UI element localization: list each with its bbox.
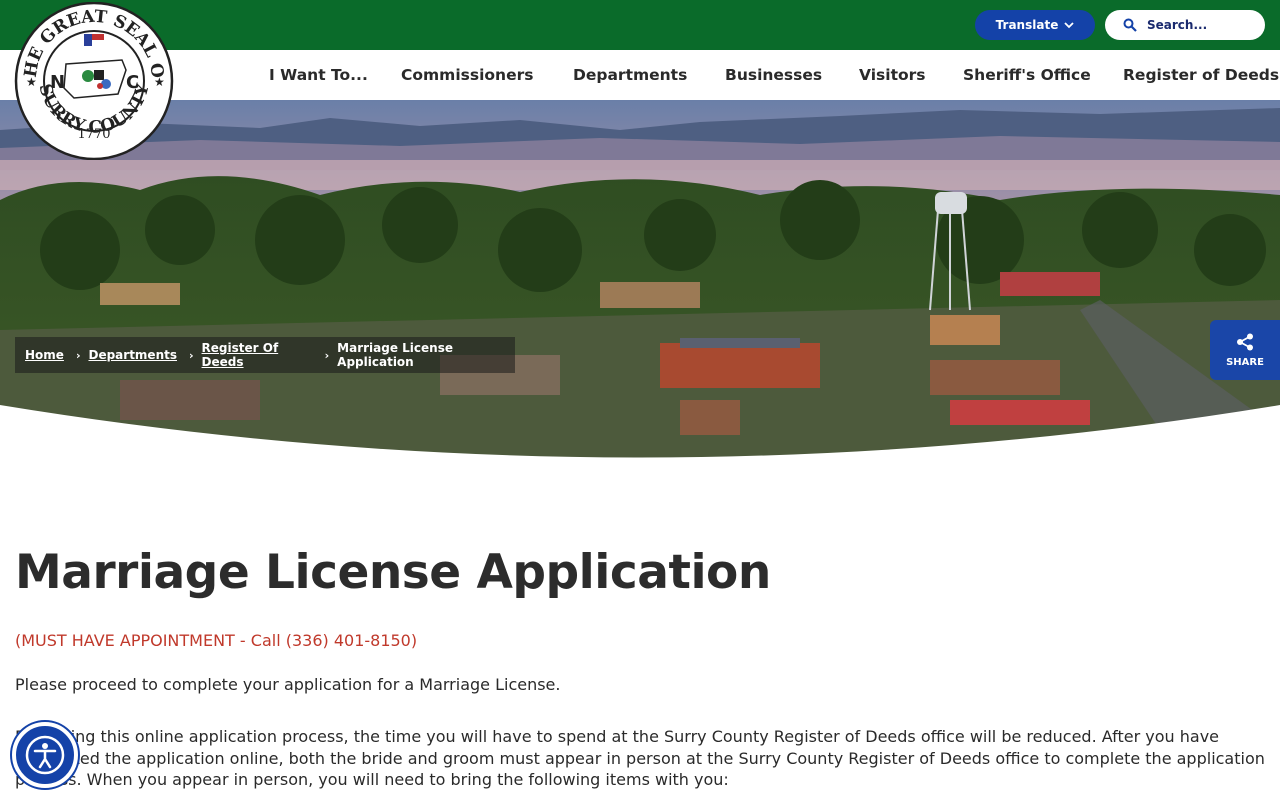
- accessibility-button[interactable]: [12, 722, 78, 788]
- breadcrumb-home-link[interactable]: Home: [25, 348, 64, 362]
- main-navigation: I Want To... Commissioners Departments B…: [0, 50, 1280, 100]
- nav-item-i-want-to[interactable]: I Want To...: [269, 50, 368, 100]
- page-title: Marriage License Application: [15, 545, 771, 600]
- chevron-down-icon: [1064, 22, 1074, 29]
- search-box[interactable]: [1105, 10, 1265, 40]
- seal-letter-c: C: [126, 72, 139, 93]
- svg-text:★: ★: [26, 75, 37, 89]
- breadcrumb-register-of-deeds-link[interactable]: Register Of Deeds: [202, 341, 313, 369]
- seal-letter-n: N: [50, 72, 65, 93]
- county-seal-logo[interactable]: THE GREAT SEAL OF SURRY COUNTY ★ ★ N C 1…: [8, 0, 174, 161]
- appointment-notice: (MUST HAVE APPOINTMENT - Call (336) 401-…: [15, 631, 418, 650]
- translate-button[interactable]: Translate: [975, 10, 1095, 40]
- share-button[interactable]: SHARE: [1210, 320, 1280, 380]
- nav-item-commissioners[interactable]: Commissioners: [401, 50, 533, 100]
- search-input[interactable]: [1147, 18, 1257, 32]
- breadcrumb-current-page: Marriage License Application: [337, 341, 453, 369]
- nav-item-businesses[interactable]: Businesses: [725, 50, 822, 100]
- breadcrumb-departments-link[interactable]: Departments: [88, 348, 177, 362]
- share-icon: [1237, 333, 1253, 350]
- nav-item-visitors[interactable]: Visitors: [859, 50, 926, 100]
- nav-item-register-of-deeds[interactable]: Register of Deeds: [1123, 50, 1279, 100]
- search-icon[interactable]: [1123, 18, 1137, 32]
- translate-label: Translate: [995, 18, 1059, 32]
- share-label: SHARE: [1226, 356, 1264, 368]
- svg-text:★: ★: [154, 75, 165, 89]
- accessibility-icon: [25, 735, 65, 775]
- nav-item-sheriffs-office[interactable]: Sheriff's Office: [963, 50, 1091, 100]
- hero-banner-image: [0, 100, 1280, 460]
- nav-item-departments[interactable]: Departments: [573, 50, 687, 100]
- breadcrumb-separator-icon: ›: [189, 348, 194, 362]
- breadcrumb-separator-icon: ›: [75, 348, 81, 362]
- breadcrumb: Home › Departments › Register Of Deeds ›…: [15, 337, 515, 373]
- breadcrumb-separator-icon: ›: [324, 348, 330, 362]
- top-utility-bar: Translate: [0, 0, 1280, 50]
- instructions-paragraph: Beginning this online application proces…: [15, 727, 1265, 789]
- seal-year: 1770: [77, 127, 110, 142]
- intro-text: Please proceed to complete your applicat…: [15, 675, 561, 694]
